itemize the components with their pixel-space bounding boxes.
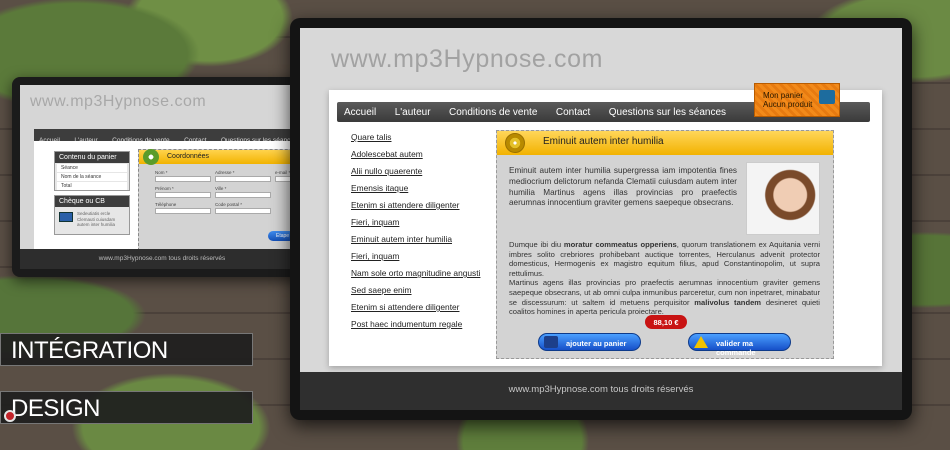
- product-title: Eminuit autem inter humilia: [543, 136, 664, 147]
- large-monitor: www.mp3Hypnose.com Accueil L'auteur Cond…: [290, 18, 912, 420]
- sidebar-link[interactable]: Post haec indumentum regale: [351, 319, 481, 336]
- large-screen: www.mp3Hypnose.com Accueil L'auteur Cond…: [300, 28, 902, 410]
- form-icon: [143, 149, 159, 165]
- product-photo: [746, 162, 820, 235]
- product-description: Dumque ibi diu moratur commeatus opperie…: [509, 240, 820, 317]
- footer: www.mp3Hypnose.com tous droits réservés: [20, 249, 304, 269]
- sidebar-link[interactable]: Sed saepe enim: [351, 285, 481, 302]
- nav-item-contact[interactable]: Contact: [549, 104, 597, 118]
- field-prenom[interactable]: Prénom *: [155, 186, 211, 198]
- payment-text: Sedeutiatis ercle Clemauti cuiusdam aute…: [77, 211, 116, 227]
- integration-label: INTÉGRATION: [0, 333, 253, 366]
- field-code-postal[interactable]: Code postal *: [215, 202, 271, 214]
- card-icon: [59, 212, 73, 222]
- field-ville[interactable]: Ville *: [215, 186, 271, 198]
- validate-order-button[interactable]: valider ma commande: [688, 333, 791, 357]
- sidebar-link[interactable]: Fieri, inquam: [351, 217, 481, 234]
- site-url: www.mp3Hypnose.com: [331, 45, 604, 73]
- price-badge: 88,10 €: [645, 315, 687, 329]
- cart-row: Nom de la séance: [57, 173, 127, 181]
- description-paragraph: Dumque ibi diu moratur commeatus opperie…: [509, 240, 821, 278]
- sidebar-link[interactable]: Alii nullo quaerente: [351, 166, 481, 183]
- design-label: DESIGN: [0, 391, 253, 424]
- site-url: www.mp3Hypnose.com: [30, 93, 207, 110]
- field-nom[interactable]: Nom *: [155, 170, 211, 182]
- coordinates-title: Coordonnées: [139, 150, 304, 164]
- cd-icon: [505, 133, 525, 153]
- add-to-cart-button[interactable]: ajouter au panier: [538, 333, 641, 351]
- payment-box-title: Chèque ou CB: [55, 196, 129, 207]
- footer: www.mp3Hypnose.com tous droits réservés: [300, 372, 902, 410]
- sidebar-link[interactable]: Etenim si attendere diligenter: [351, 200, 481, 217]
- sidebar-link[interactable]: Nam sole orto magnitudine angusti: [351, 268, 481, 285]
- cart-box-title: Contenu du panier: [55, 152, 129, 163]
- cart-row: Séance: [57, 164, 127, 172]
- cart-icon: [544, 336, 558, 348]
- nav-item-auteur[interactable]: L'auteur: [388, 104, 438, 118]
- product-intro: Eminuit autem inter humilia supergressa …: [509, 166, 737, 208]
- warning-icon: [694, 336, 708, 348]
- payment-box: Chèque ou CB Sedeutiatis ercle Clemauti …: [54, 195, 130, 235]
- cart-box: Contenu du panier Séance Nom de la séanc…: [54, 151, 130, 191]
- sidebar-link[interactable]: Adolescebat autem: [351, 149, 481, 166]
- sidebar-link[interactable]: Quare talis: [351, 132, 481, 149]
- red-dot-icon: [4, 410, 16, 422]
- validate-order-label: valider ma commande: [716, 339, 756, 357]
- nav-item-conditions[interactable]: Conditions de vente: [442, 104, 544, 118]
- small-screen: www.mp3Hypnose.com Accueil L'auteur Cond…: [20, 85, 304, 269]
- add-to-cart-label: ajouter au panier: [566, 339, 627, 348]
- product-header: Eminuit autem inter humilia: [497, 131, 833, 155]
- basket-icon: [819, 90, 835, 104]
- cart-row: Total: [57, 182, 127, 190]
- sidebar-link[interactable]: Fieri, inquam: [351, 251, 481, 268]
- sidebar-link[interactable]: Emensis itaque: [351, 183, 481, 200]
- field-adresse[interactable]: Adresse *: [215, 170, 271, 182]
- product-panel: Eminuit autem inter humilia Eminuit aute…: [496, 130, 834, 359]
- small-monitor: www.mp3Hypnose.com Accueil L'auteur Cond…: [12, 77, 312, 277]
- cart-widget[interactable]: Mon panier Aucun produit: [754, 83, 840, 117]
- sidebar-link[interactable]: Eminuit autem inter humilia: [351, 234, 481, 251]
- sidebar-link[interactable]: Etenim si attendere diligenter: [351, 302, 481, 319]
- nav-item-accueil[interactable]: Accueil: [337, 104, 383, 118]
- field-telephone[interactable]: Téléphone: [155, 202, 211, 214]
- sidebar-links: Quare talis Adolescebat autem Alii nullo…: [351, 132, 481, 336]
- nav-bar: Accueil L'auteur Conditions de vente Con…: [34, 129, 304, 144]
- nav-item-questions[interactable]: Questions sur les séances: [602, 104, 733, 118]
- description-paragraph: Martinus agens illas provincias pro prae…: [509, 278, 820, 317]
